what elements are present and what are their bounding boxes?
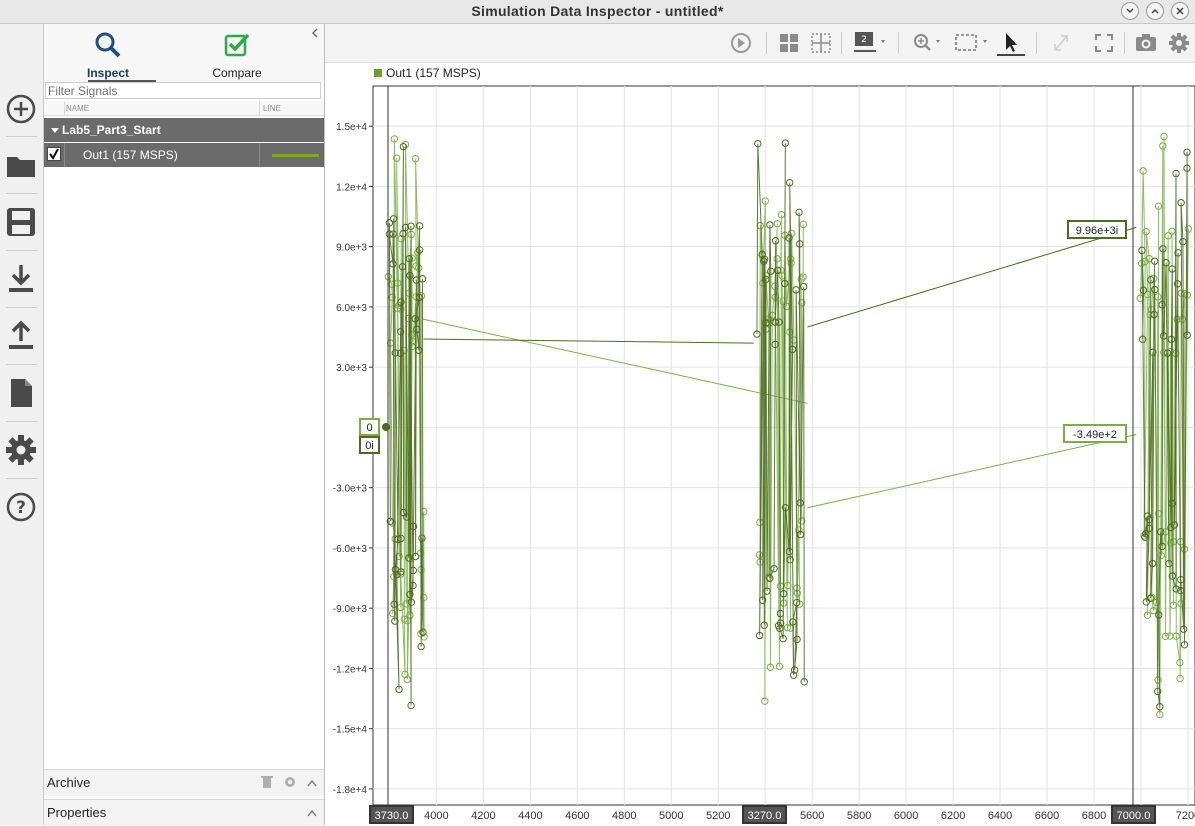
plot-grid	[369, 85, 1195, 806]
x-tick-label: 6400	[988, 810, 1012, 822]
x-tick-labels: 4000420044004600480050005200540056005800…	[424, 810, 1195, 822]
x-tick-label: 5800	[847, 810, 871, 822]
cursor-middle-x-label: 3270.0	[748, 810, 782, 822]
time-plot[interactable]: 1.5e+4 1.2e+4 9.0e+3 6.0e+3 3.0e+3 -3.0e+3 -6.…	[0, 0, 1195, 825]
x-tick-label: 5000	[659, 810, 683, 822]
y-tick-label: -1.5e+4	[333, 725, 368, 736]
x-tick-label: 6200	[941, 810, 965, 822]
x-tick-label: 4400	[518, 810, 542, 822]
x-tick-label: 6600	[1035, 810, 1059, 822]
connector-line	[807, 226, 1137, 328]
cursor-right-imag-value: 9.96e+3i	[1076, 225, 1119, 237]
x-tick-label: 7200	[1176, 810, 1195, 822]
x-tick-label: 5600	[800, 810, 824, 822]
y-tick-label: 1.2e+4	[336, 182, 367, 193]
x-tick-label: 6000	[894, 810, 918, 822]
y-tick-label: -9.0e+3	[333, 604, 368, 615]
x-tick-label: 5200	[706, 810, 730, 822]
y-tick-label: -1.2e+4	[333, 664, 368, 675]
y-tick-labels: 1.5e+4 1.2e+4 9.0e+3 6.0e+3 3.0e+3 -3.0e+3 -6.…	[333, 122, 368, 796]
cursor-left-x-label: 3730.0	[375, 810, 409, 822]
y-tick-label: 1.5e+4	[336, 122, 367, 133]
connector-line	[807, 433, 1137, 509]
y-tick-label: -3.0e+3	[333, 484, 368, 495]
connector-line	[422, 318, 808, 404]
cursor-right-real-value: -3.49e+2	[1073, 429, 1117, 441]
y-tick-label: 9.0e+3	[336, 243, 367, 254]
y-tick-label: 6.0e+3	[336, 303, 367, 314]
x-tick-label: 6800	[1082, 810, 1106, 822]
y-tick-label: 3.0e+3	[336, 363, 367, 374]
x-tick-label: 4800	[612, 810, 636, 822]
connector-line	[423, 338, 754, 344]
x-tick-label: 4200	[471, 810, 495, 822]
cursor-left-imag-value: 0i	[365, 440, 374, 452]
y-tick-label: -6.0e+3	[333, 544, 368, 555]
x-tick-label: 4000	[424, 810, 448, 822]
cursor-left-marker	[382, 423, 390, 431]
cursor-left-real-value: 0	[366, 422, 372, 434]
x-tick-label: 4600	[565, 810, 589, 822]
cursor-right-x-label: 7000.0	[1117, 810, 1151, 822]
y-tick-label: -1.8e+4	[333, 785, 368, 796]
